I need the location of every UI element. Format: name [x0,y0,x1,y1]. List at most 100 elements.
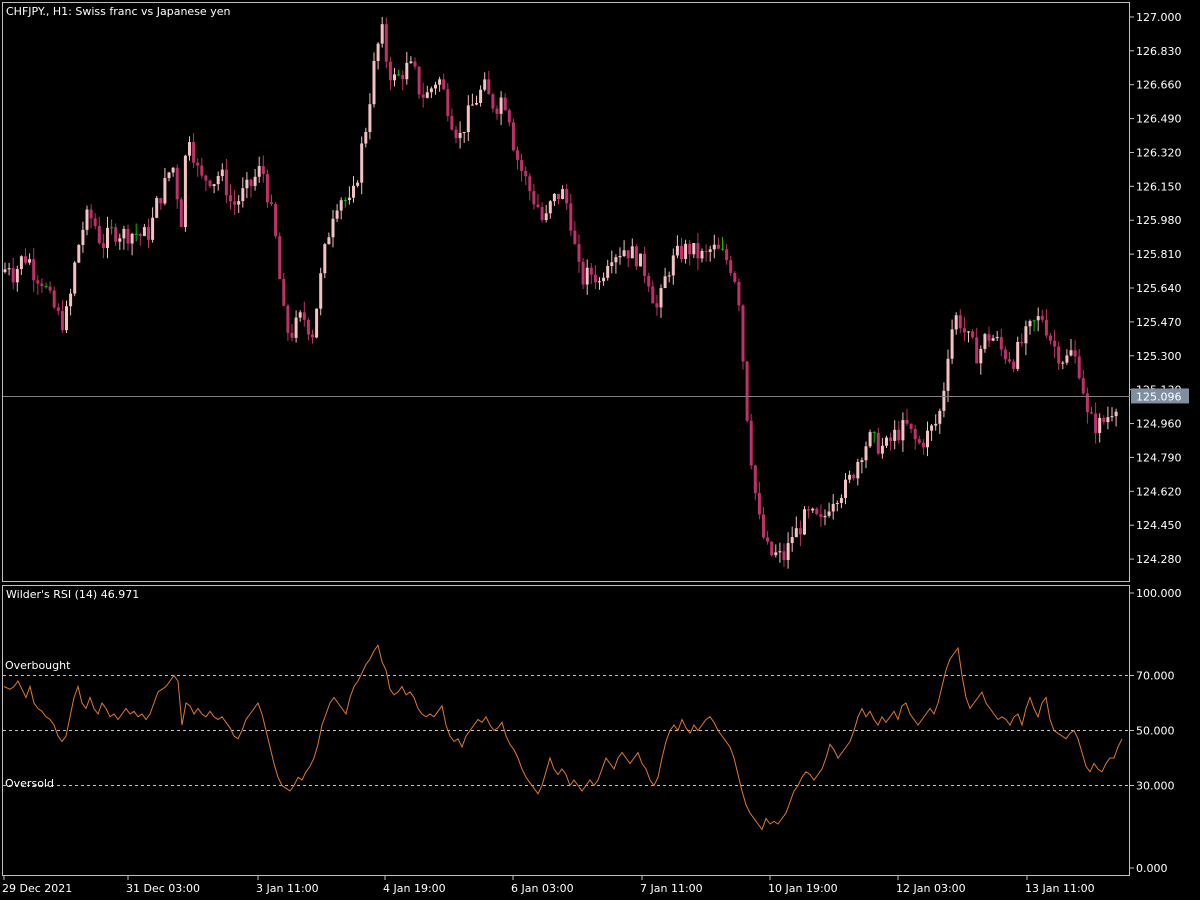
candle [438,76,442,92]
candle [77,243,81,264]
candle [352,176,355,203]
candle [778,542,782,563]
price-tick-label: 125.640 [1136,282,1182,295]
candle [901,412,905,452]
candle [917,435,921,445]
candle [626,250,630,268]
candle [716,237,720,250]
candle [11,257,15,290]
price-tick-label: 126.150 [1136,180,1182,193]
rsi-series [3,644,1123,831]
candle [138,232,142,246]
candle [360,136,364,195]
candle [979,345,983,375]
candle [749,413,753,470]
candle [852,473,856,481]
candle [52,286,56,310]
candle [741,304,745,370]
candle [954,312,958,335]
candle [1044,309,1048,339]
candle [503,93,507,112]
candle [220,163,224,182]
candle [376,42,380,70]
candle [393,68,396,87]
candle [458,121,462,149]
candle [630,238,634,259]
candle [237,195,241,213]
candle [73,260,77,297]
candle [634,244,638,270]
chart-stage[interactable]: 127.000 126.830 126.660 126.490 126.320 126.1… [0,0,1200,900]
candle [212,183,216,194]
candle [983,332,987,353]
candle [897,421,901,444]
candle [302,301,306,327]
candle [647,272,651,293]
candle [208,179,212,189]
candle [958,309,962,334]
candle [343,197,347,208]
candle [28,253,32,265]
price-tick-label: 125.470 [1136,316,1182,329]
candle [876,427,880,455]
candle [1028,319,1032,335]
candle [270,194,273,206]
candle [134,223,138,242]
candle [93,213,97,230]
candle [265,169,269,208]
candle [999,328,1003,357]
candle [577,234,581,273]
candle [40,278,44,293]
candle [1053,329,1057,359]
candle [511,118,515,152]
candle [975,327,979,364]
candle [704,244,708,262]
time-tick-label: 31 Dec 03:00 [126,882,200,895]
candle [536,194,540,209]
candle [606,259,610,281]
candle [762,506,765,540]
rsi-axis: 100.000 70.000 50.000 30.000 0.000 [1130,587,1182,875]
candle [680,237,683,263]
candle [610,250,614,274]
candle [167,171,171,182]
candle [101,234,105,259]
candle [114,223,118,246]
price-tick-label: 125.810 [1136,248,1182,261]
candle [36,274,40,295]
candle [930,423,934,441]
candle [491,92,495,113]
rsi-line [3,644,1123,831]
candle [872,431,876,443]
candle [487,70,491,95]
candle [790,526,794,552]
candle [823,509,827,526]
candle [622,240,626,258]
candle [885,435,888,448]
candle [909,423,913,434]
candle [1114,408,1118,427]
candle [188,136,191,161]
candle [561,185,565,200]
price-tick-label: 125.980 [1136,214,1182,227]
candle [700,248,704,263]
candle [1094,402,1098,444]
candle [782,543,786,567]
candle [241,177,245,208]
candle [171,167,175,177]
candle [946,349,950,402]
candle [384,17,388,69]
candle [60,299,64,333]
candle [44,282,48,289]
candle [692,243,696,259]
time-tick-label: 29 Dec 2021 [2,882,72,895]
candle [81,221,85,253]
price-tick-label: 126.660 [1136,79,1182,92]
current-price-label: 125.096 [1136,390,1182,403]
candle [442,73,446,91]
candle [770,540,774,557]
price-tick-label: 125.300 [1136,350,1182,363]
candle [581,258,585,290]
candle [921,439,925,455]
candle [528,173,532,201]
